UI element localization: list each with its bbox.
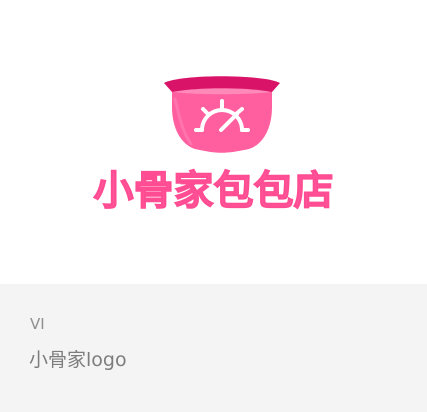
project-category: VI — [30, 315, 45, 333]
project-title[interactable]: 小骨家logo — [29, 348, 127, 372]
logo-preview[interactable]: 小骨家包包店 — [0, 0, 427, 284]
basket-logo-icon — [164, 76, 280, 153]
basket-body — [172, 89, 272, 153]
portfolio-card[interactable]: 小骨家包包店 VI 小骨家logo — [0, 0, 427, 412]
brand-logo-text: 小骨家包包店 — [94, 168, 334, 214]
brand-wordmark: 小骨家包包店 — [93, 167, 334, 214]
